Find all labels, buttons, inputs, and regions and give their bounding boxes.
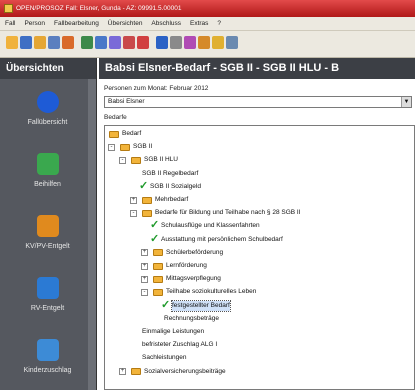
folder-icon <box>109 130 119 138</box>
folder-icon <box>153 262 163 270</box>
folder-icon <box>153 288 163 296</box>
toolbar-separator <box>151 36 154 49</box>
tree-node[interactable]: Bedarfe für Bildung und Teilhabe nach § … <box>155 208 301 218</box>
folder-open-icon[interactable] <box>34 36 46 49</box>
folder-icon <box>131 368 141 376</box>
collapse-icon[interactable]: - <box>141 288 148 296</box>
folder-icon <box>142 196 152 204</box>
info-icon <box>36 91 59 113</box>
tree-node[interactable]: SGB II <box>133 142 152 152</box>
collapse-icon[interactable]: - <box>108 143 115 151</box>
window-title: OPEN/PROSOZ Fall: Elsner, Gunda - AZ: 09… <box>16 5 182 12</box>
menu-fall[interactable]: Fall <box>5 17 15 30</box>
folder-icon <box>131 156 141 164</box>
star-icon[interactable] <box>212 36 224 49</box>
person-select-value: Babsi Elsner <box>108 98 145 105</box>
bedarfe-label: Bedarfe <box>104 114 127 121</box>
briefcase-icon <box>36 215 59 237</box>
tree-node[interactable]: Ausstattung mit persönlichem Schulbedarf <box>161 235 283 245</box>
grid-icon[interactable] <box>81 36 93 49</box>
bedarf-tree: Bedarf - SGB II - SGB II HLU SGB II Regelbeda… <box>104 125 415 390</box>
family-icon <box>36 339 59 361</box>
money-icon <box>36 153 59 175</box>
expand-icon[interactable]: + <box>130 196 137 204</box>
menu-abschluss[interactable]: Abschluss <box>151 17 181 30</box>
sidebar-scrollbar[interactable] <box>88 79 96 390</box>
expand-icon[interactable]: + <box>141 249 148 257</box>
menu-fallbearbeitung[interactable]: Fallbearbeitung <box>54 17 99 30</box>
sidebar-item-kv-pv-entgelt[interactable]: KV/PV-Entgelt <box>0 203 95 265</box>
warning-icon[interactable] <box>137 36 149 49</box>
sidebar-item-kinderzuschlag[interactable]: Kinderzuschlag <box>0 327 95 389</box>
tree-node[interactable]: Mittagsverpflegung <box>166 274 221 284</box>
expand-icon[interactable]: + <box>119 368 126 376</box>
menu-bar: Fall Person Fallbearbeitung Übersichten … <box>0 17 415 31</box>
sidebar-item-label: Beihilfen <box>34 181 61 188</box>
tree-node[interactable]: festgestellter Bedarf <box>171 299 231 312</box>
tree-node[interactable]: SGB II Regelbedarf <box>142 169 198 179</box>
sidebar-item-label: Kinderzuschlag <box>23 367 72 374</box>
folder-icon <box>153 275 163 283</box>
sidebar-item-label: RV-Entgelt <box>30 305 65 312</box>
sidebar-item-label: KV/PV-Entgelt <box>25 243 70 250</box>
person-label: Personen zum Monat: Februar 2012 <box>104 85 209 92</box>
menu-person[interactable]: Person <box>24 17 45 30</box>
save-icon[interactable] <box>20 36 32 49</box>
tree-node[interactable]: Teilhabe soziokulturelles Leben <box>166 287 256 297</box>
calendar-icon[interactable] <box>109 36 121 49</box>
collapse-icon[interactable]: - <box>130 209 137 217</box>
sidebar-item-label: Fallübersicht <box>27 119 68 126</box>
folder-icon <box>153 249 163 257</box>
sidebar-title: Übersichten <box>0 58 96 79</box>
tree-node[interactable]: befristeter Zuschlag ALG I <box>142 340 217 350</box>
toolbar-separator <box>76 36 79 49</box>
checkmark-icon: ✓ <box>161 298 171 311</box>
print-icon[interactable] <box>48 36 60 49</box>
tools-icon[interactable] <box>226 36 238 49</box>
checkmark-icon: ✓ <box>150 219 160 232</box>
tree-node[interactable]: Lernförderung <box>166 261 207 271</box>
expand-icon[interactable]: + <box>141 275 148 283</box>
checkmark-icon: ✓ <box>150 232 160 245</box>
sidebar-item-rv-entgelt[interactable]: RV-Entgelt <box>0 265 95 327</box>
tree-node[interactable]: Sozialversicherungsbeiträge <box>144 367 226 377</box>
folder-icon[interactable] <box>6 36 18 49</box>
chevron-down-icon[interactable]: ▼ <box>401 97 411 107</box>
sidebar-item-beihilfen[interactable]: Beihilfen <box>0 141 95 203</box>
tree-node[interactable]: SGB II Sozialgeld <box>150 182 201 192</box>
collapse-icon[interactable]: - <box>119 156 126 164</box>
book-icon[interactable] <box>184 36 196 49</box>
app-icon <box>4 4 13 13</box>
tree-node[interactable]: Rechnungsbeträge <box>164 314 219 324</box>
info-icon[interactable] <box>156 36 168 49</box>
page-title: Babsi Elsner-Bedarf - SGB II - SGB II HL… <box>99 58 415 79</box>
title-bar: OPEN/PROSOZ Fall: Elsner, Gunda - AZ: 09… <box>0 0 415 17</box>
tree-node[interactable]: Schulausflüge und Klassenfahrten <box>161 221 260 231</box>
tree-node[interactable]: Mehrbedarf <box>155 195 188 205</box>
people-icon[interactable] <box>62 36 74 49</box>
document-icon[interactable] <box>170 36 182 49</box>
document-icon <box>36 277 59 299</box>
menu-extras[interactable]: Extras <box>190 17 208 30</box>
folder-icon <box>120 143 130 151</box>
tree-node[interactable]: Schülerbeförderung <box>166 248 223 258</box>
tree-node[interactable]: Einmalige Leistungen <box>142 327 204 337</box>
edit-icon[interactable] <box>123 36 135 49</box>
settings-icon[interactable] <box>198 36 210 49</box>
expand-icon[interactable]: + <box>141 262 148 270</box>
sidebar: Übersichten Fallübersicht Beihilfen KV/PV-… <box>0 58 97 390</box>
toolbar <box>0 31 415 58</box>
menu-help[interactable]: ? <box>217 17 221 30</box>
checkmark-icon: ✓ <box>139 179 149 192</box>
menu-uebersichten[interactable]: Übersichten <box>108 17 143 30</box>
table-icon[interactable] <box>95 36 107 49</box>
folder-icon <box>142 209 152 217</box>
tree-node[interactable]: Bedarf <box>122 129 141 139</box>
tree-node[interactable]: Sachleistungen <box>142 353 186 363</box>
person-select[interactable]: Babsi Elsner ▼ <box>104 96 412 108</box>
sidebar-item-fall-bersicht[interactable]: Fallübersicht <box>0 79 95 141</box>
tree-node[interactable]: SGB II HLU <box>144 155 178 165</box>
